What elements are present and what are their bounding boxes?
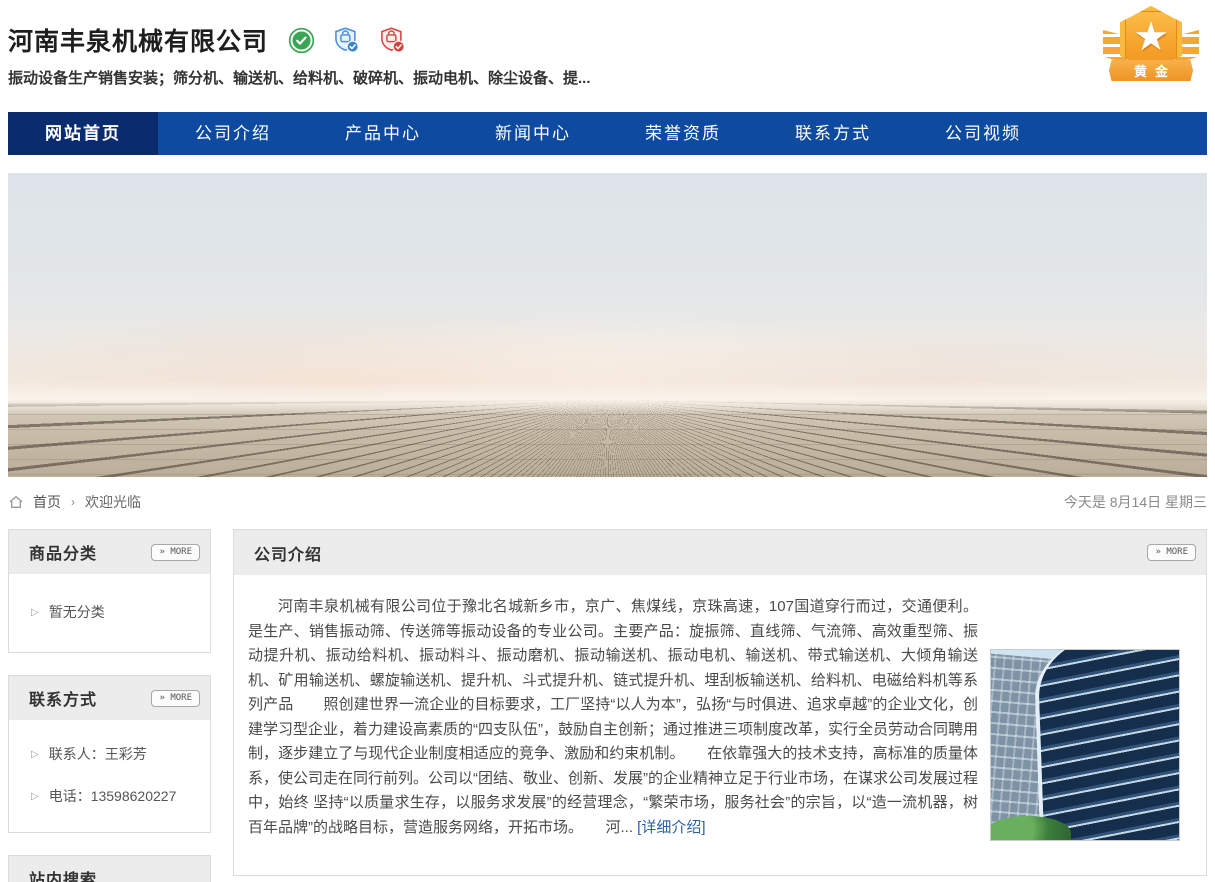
home-icon[interactable] [8, 494, 24, 510]
triangle-bullet-icon: ▷ [31, 749, 39, 760]
contact-person-row: ▷ 联系人：王彩芳 [31, 744, 200, 764]
photo-glass-tower [1033, 649, 1180, 841]
company-intro-title: 公司介绍 [254, 541, 322, 565]
company-building-photo [990, 649, 1180, 841]
green-check-icon[interactable] [288, 27, 315, 54]
contact-box: 联系方式 » MORE ▷ 联系人：王彩芳 ▷ 电话：13598620227 [8, 675, 211, 833]
category-list-item[interactable]: ▷ 暂无分类 [31, 602, 200, 622]
company-intro-panel: 公司介绍 » MORE 河南丰泉机械有限公司位于豫北名城新乡市，京广、焦煤线，京… [233, 529, 1207, 876]
breadcrumb-separator: › [71, 495, 75, 509]
nav-item-home[interactable]: 网站首页 [8, 112, 158, 155]
sidebar: 商品分类 » MORE ▷ 暂无分类 联系方式 » MORE ▷ [8, 529, 211, 882]
category-box: 商品分类 » MORE ▷ 暂无分类 [8, 529, 211, 653]
company-name: 河南丰泉机械有限公司 [8, 22, 268, 58]
triangle-bullet-icon: ▷ [31, 607, 39, 618]
company-tagline: 振动设备生产销售安装；筛分机、输送机、给料机、破碎机、振动电机、除尘设备、提..… [8, 67, 1207, 88]
hero-banner-image [8, 173, 1207, 477]
star-icon: ★ [1133, 17, 1169, 57]
contact-box-header: 联系方式 » MORE [9, 676, 210, 720]
category-list: ▷ 暂无分类 [9, 574, 210, 652]
today-date: 今天是 8月14日 星期三 [1064, 492, 1207, 512]
hero-horizon-haze [8, 381, 1207, 415]
site-search-header: 站内搜索 [9, 856, 210, 882]
triangle-bullet-icon: ▷ [31, 791, 39, 802]
nav-item-honors[interactable]: 荣誉资质 [608, 112, 758, 155]
site-search-title: 站内搜索 [29, 866, 97, 882]
breadcrumb-current: 欢迎光临 [85, 492, 141, 512]
category-box-header: 商品分类 » MORE [9, 530, 210, 574]
contact-person: 联系人：王彩芳 [49, 744, 147, 764]
category-item-label: 暂无分类 [49, 602, 105, 622]
badge-ribbon-label: 黄金 [1109, 60, 1193, 81]
contact-list: ▷ 联系人：王彩芳 ▷ 电话：13598620227 [9, 720, 210, 832]
detail-intro-link[interactable]: [详细介绍] [637, 819, 705, 836]
category-title: 商品分类 [29, 540, 97, 564]
nav-item-company-intro[interactable]: 公司介绍 [158, 112, 308, 155]
site-header: 河南丰泉机械有限公司 [8, 0, 1207, 112]
company-intro-header: 公司介绍 » MORE [234, 530, 1206, 575]
company-about-paragraph: 河南丰泉机械有限公司位于豫北名城新乡市，京广、焦煤线，京珠高速，107国道穿行而… [248, 595, 978, 840]
nav-item-videos[interactable]: 公司视频 [908, 112, 1058, 155]
gold-medal-badge: ★ 黄金 [1101, 4, 1201, 90]
contact-phone-row: ▷ 电话：13598620227 [31, 786, 200, 806]
nav-item-products[interactable]: 产品中心 [308, 112, 458, 155]
site-search-box: 站内搜索 [8, 855, 211, 882]
content-area: 商品分类 » MORE ▷ 暂无分类 联系方式 » MORE ▷ [8, 529, 1207, 882]
company-intro-body: 河南丰泉机械有限公司位于豫北名城新乡市，京广、焦煤线，京珠高速，107国道穿行而… [234, 575, 1206, 875]
contact-phone: 电话：13598620227 [49, 786, 177, 806]
page: 河南丰泉机械有限公司 [0, 0, 1215, 882]
nav-item-news[interactable]: 新闻中心 [458, 112, 608, 155]
breadcrumb-home-link[interactable]: 首页 [33, 492, 61, 512]
contact-more-button[interactable]: » MORE [151, 690, 200, 707]
nav-item-contact[interactable]: 联系方式 [758, 112, 908, 155]
blue-shield-icon[interactable] [332, 26, 361, 55]
breadcrumb: 首页 › 欢迎光临 今天是 8月14日 星期三 [8, 490, 1207, 514]
red-shield-icon[interactable] [378, 26, 407, 55]
main-nav: 网站首页 公司介绍 产品中心 新闻中心 荣誉资质 联系方式 公司视频 [8, 112, 1207, 155]
contact-title: 联系方式 [29, 686, 97, 710]
company-intro-more-button[interactable]: » MORE [1147, 544, 1196, 561]
credential-badges [288, 26, 407, 55]
category-more-button[interactable]: » MORE [151, 544, 200, 561]
about-text: 河南丰泉机械有限公司位于豫北名城新乡市，京广、焦煤线，京珠高速，107国道穿行而… [248, 598, 978, 836]
